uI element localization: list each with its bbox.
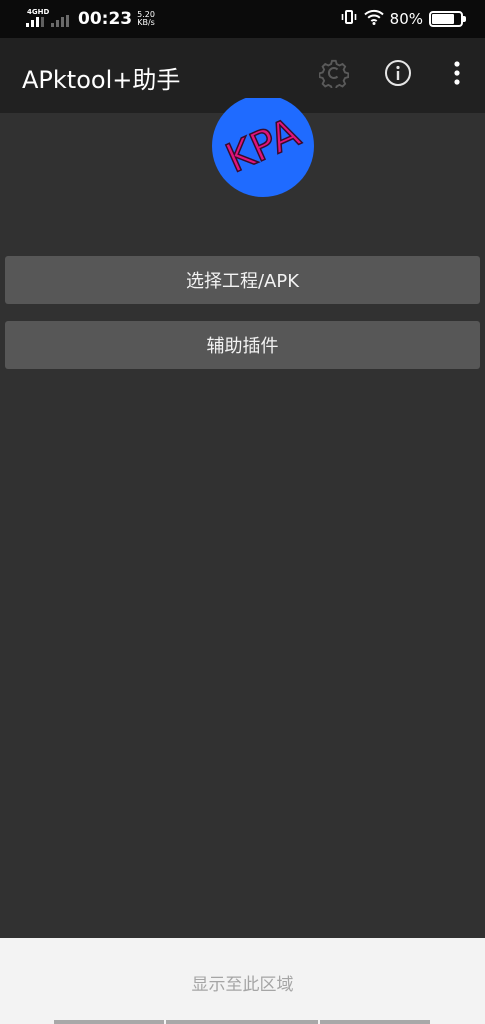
battery-percent: 80%: [389, 10, 423, 28]
clock: 00:23: [78, 9, 133, 29]
helper-plugins-button[interactable]: 辅助插件: [5, 321, 480, 369]
bottom-segment: [166, 1020, 318, 1024]
wifi-icon: [363, 9, 384, 29]
network-speed: 5.20 KB/s: [137, 11, 155, 27]
status-right: 80%: [340, 8, 466, 30]
more-vert-icon: [452, 60, 462, 90]
app-title: APktool+助手: [22, 66, 181, 94]
bottom-segment: [54, 1020, 164, 1024]
settings-button[interactable]: [317, 58, 351, 92]
signal-bars-icon: [26, 17, 44, 27]
cellular-signal: 4GHD: [26, 8, 72, 30]
bottom-area-label: 显示至此区域: [191, 975, 294, 995]
battery-fill: [432, 14, 455, 24]
gear-icon: [318, 58, 350, 92]
info-button[interactable]: [381, 58, 415, 92]
bottom-segment: [320, 1020, 430, 1024]
status-bar: 4GHD 00:23 5.20 KB/s 80%: [0, 0, 485, 38]
status-left: 4GHD 00:23 5.20 KB/s: [26, 8, 155, 30]
bottom-display-area: 显示至此区域: [0, 938, 485, 1024]
network-type: 4GHD: [27, 8, 50, 16]
info-icon: [384, 59, 412, 91]
more-options-button[interactable]: [440, 58, 474, 92]
app-logo: KPA: [211, 95, 315, 198]
battery-icon: [429, 11, 466, 27]
vibrate-icon: [340, 9, 358, 29]
select-project-apk-button[interactable]: 选择工程/APK: [5, 256, 480, 304]
signal-bars-secondary-icon: [51, 15, 69, 27]
speed-unit: KB/s: [137, 18, 155, 27]
